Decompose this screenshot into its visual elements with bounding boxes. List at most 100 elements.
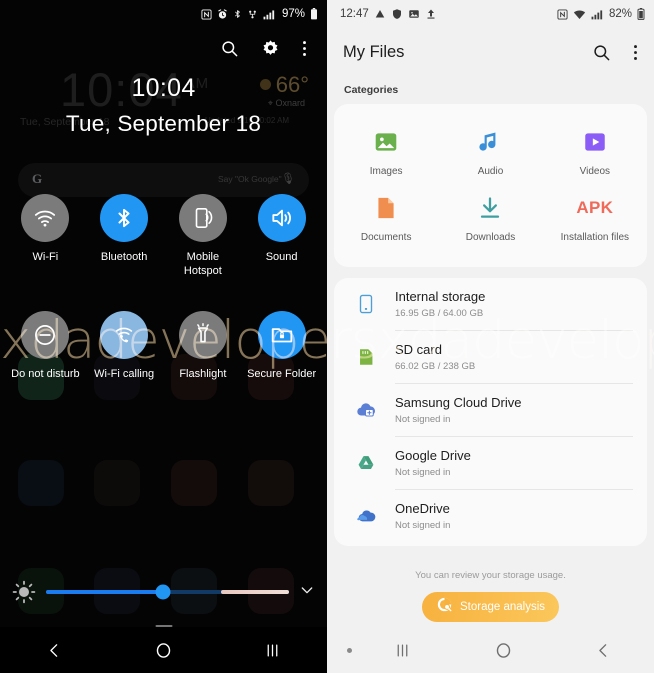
storage-sub: Not signed in — [395, 467, 451, 478]
nfc-icon — [201, 8, 212, 20]
nfc-icon — [557, 8, 568, 20]
search-icon[interactable] — [220, 39, 239, 58]
storage-row-internal[interactable]: Internal storage 16.95 GB / 64.00 GB — [334, 278, 647, 330]
toggle-bluetooth[interactable]: Bluetooth — [85, 194, 164, 278]
toggle-wifi-calling[interactable]: Wi-Fi calling — [85, 311, 164, 382]
clock-time: 10:04 — [131, 74, 196, 102]
bluetooth-icon — [233, 8, 242, 20]
recents-icon[interactable] — [352, 642, 453, 659]
toggle-label: Wi-Fi calling — [94, 368, 155, 380]
phone-storage-icon — [351, 293, 381, 315]
category-videos[interactable]: Videos — [543, 121, 647, 187]
signal-icon — [591, 9, 604, 20]
storage-name: Samsung Cloud Drive — [395, 395, 522, 410]
brightness-icon — [12, 580, 36, 604]
storage-analysis-label: Storage analysis — [459, 601, 546, 613]
storage-row-onedrive[interactable]: OneDrive Not signed in — [334, 490, 647, 542]
toggle-wifi[interactable]: Wi-Fi — [6, 194, 85, 278]
brightness-slider-knob[interactable] — [155, 584, 171, 600]
search-icon[interactable] — [592, 43, 611, 62]
toggle-do-not-disturb[interactable]: Do not disturb — [6, 311, 85, 382]
toggle-secure-folder[interactable]: Secure Folder — [242, 311, 321, 382]
chevron-down-icon[interactable] — [299, 582, 315, 603]
back-icon[interactable] — [25, 642, 85, 659]
signal-icon — [263, 9, 276, 20]
background-google-search-bar: G Say "Ok Google" 🎙 — [18, 163, 309, 197]
storage-text: OneDrive Not signed in — [395, 501, 450, 531]
secure-folder-icon — [257, 311, 306, 359]
storage-row-google-drive[interactable]: Google Drive Not signed in — [334, 437, 647, 489]
more-options-icon[interactable] — [302, 39, 307, 58]
category-label: Videos — [579, 166, 611, 177]
settings-gear-icon[interactable] — [261, 39, 280, 58]
toggle-label: Bluetooth — [100, 251, 148, 263]
storage-text: Samsung Cloud Drive Not signed in — [395, 395, 521, 425]
toggle-label: Secure Folder — [247, 368, 317, 380]
toggle-label: Wi-Fi — [32, 251, 59, 263]
storage-list-card: Internal storage 16.95 GB / 64.00 GB SD … — [334, 278, 647, 546]
battery-percentage: 82% — [608, 8, 632, 20]
category-documents[interactable]: Documents — [334, 187, 438, 253]
storage-row-sd-card[interactable]: SD card 66.02 GB / 238 GB — [334, 331, 647, 383]
category-label: Images — [369, 166, 403, 177]
category-images[interactable]: Images — [334, 121, 438, 187]
more-options-icon[interactable] — [633, 43, 638, 62]
quick-settings-toggle-grid: Wi-Fi Bluetooth Mobile Hotspot Sound Do … — [0, 194, 327, 382]
category-downloads[interactable]: Downloads — [438, 187, 542, 253]
background-search-hint: Say "Ok Google" — [218, 174, 282, 184]
brightness-slider[interactable] — [46, 584, 289, 600]
right-status-bar: 12:47 82% — [327, 0, 654, 28]
back-icon[interactable] — [553, 642, 654, 659]
onedrive-icon — [351, 505, 381, 527]
storage-sub: Not signed in — [395, 414, 451, 425]
battery-percentage: 97% — [281, 8, 305, 20]
categories-grid: Images Audio Videos Documents Downloads … — [334, 104, 647, 267]
screenshot-root: 10:04 AM Tue, September 18 Updated 9/18 1… — [0, 0, 654, 673]
toggle-label: Sound — [265, 251, 298, 263]
toggle-label: Do not disturb — [11, 368, 80, 380]
right-navigation-bar — [327, 627, 654, 673]
storage-review-text: You can review your storage usage. — [415, 570, 566, 581]
apk-text: APK — [576, 198, 614, 217]
storage-text: SD card 66.02 GB / 238 GB — [395, 342, 475, 372]
toggle-label: Flashlight — [179, 368, 227, 380]
hotspot-icon — [178, 194, 227, 242]
category-label: Installation files — [560, 232, 630, 243]
vpn-icon — [247, 9, 258, 20]
recents-icon[interactable] — [243, 642, 303, 659]
home-icon[interactable] — [453, 641, 554, 660]
microphone-icon: 🎙 — [281, 173, 295, 185]
storage-row-samsung-cloud-drive[interactable]: Samsung Cloud Drive Not signed in — [334, 384, 647, 436]
category-label: Downloads — [465, 232, 516, 243]
wifi-icon — [21, 194, 70, 242]
video-play-icon — [582, 127, 608, 157]
wifi-calling-icon — [100, 311, 149, 359]
do-not-disturb-icon — [21, 311, 70, 359]
drive-icon — [374, 8, 386, 20]
image-icon — [373, 127, 399, 157]
storage-text: Google Drive Not signed in — [395, 448, 471, 478]
home-icon[interactable] — [134, 641, 194, 660]
category-audio[interactable]: Audio — [438, 121, 542, 187]
left-navigation-bar — [0, 627, 327, 673]
clock-date: Tue, September 18 — [65, 111, 262, 136]
toggle-label: Mobile Hotspot — [183, 251, 222, 277]
storage-sub: 16.95 GB / 64.00 GB — [395, 308, 484, 319]
sound-icon — [257, 194, 306, 242]
categories-card: Images Audio Videos Documents Downloads … — [334, 104, 647, 267]
my-files-app-bar: My Files — [327, 28, 654, 76]
toggle-flashlight[interactable]: Flashlight — [164, 311, 243, 382]
toggle-mobile-hotspot[interactable]: Mobile Hotspot — [164, 194, 243, 278]
status-bar-time: 12:47 — [340, 8, 369, 20]
quick-settings-panel: 10:04 AM Tue, September 18 Updated 9/18 1… — [0, 0, 327, 673]
document-icon — [373, 193, 399, 223]
storage-analysis-icon — [436, 596, 453, 618]
bluetooth-icon — [100, 194, 149, 242]
toggle-sound[interactable]: Sound — [242, 194, 321, 278]
apk-icon: APK — [576, 193, 613, 223]
google-drive-icon — [351, 452, 381, 474]
storage-analysis-button[interactable]: Storage analysis — [422, 592, 559, 622]
category-installation-files[interactable]: APK Installation files — [543, 187, 647, 253]
category-label: Documents — [360, 232, 412, 243]
left-status-bar: 97% — [0, 0, 327, 28]
